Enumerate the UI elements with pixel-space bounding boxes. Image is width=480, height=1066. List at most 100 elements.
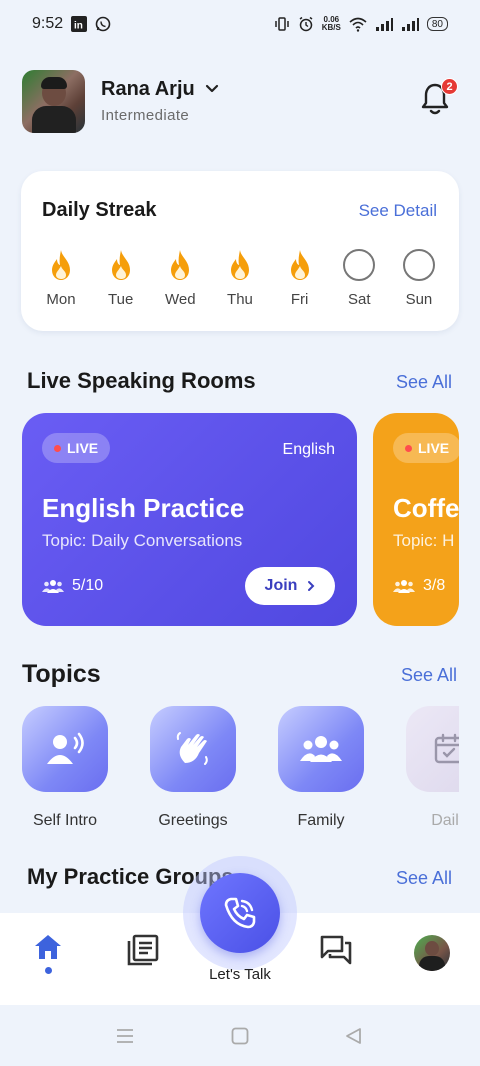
day-label: Fri bbox=[290, 291, 309, 308]
nav-library[interactable] bbox=[126, 933, 160, 967]
participant-count: 5/10 bbox=[72, 577, 104, 594]
rooms-see-all-link[interactable]: See All bbox=[396, 372, 452, 393]
nav-profile[interactable] bbox=[414, 935, 450, 971]
day-label: Tue bbox=[108, 291, 134, 308]
flame-icon bbox=[108, 247, 134, 283]
waving-hand-icon bbox=[176, 732, 208, 765]
day-status-icon bbox=[343, 247, 376, 283]
join-button[interactable]: Join bbox=[245, 567, 335, 605]
topic-label: Self Intro bbox=[32, 812, 98, 829]
participant-count: 3/8 bbox=[423, 577, 446, 594]
user-info: Rana Arju Intermediate bbox=[101, 78, 219, 124]
user-name-dropdown[interactable]: Rana Arju bbox=[101, 78, 219, 101]
recent-apps-icon[interactable] bbox=[116, 1028, 134, 1049]
room-card-english-practice[interactable]: LIVE English English Practice Topic: Dai… bbox=[22, 413, 357, 626]
chevron-down-icon bbox=[205, 81, 219, 99]
topic-label: Family bbox=[297, 812, 345, 829]
room-topic: Topic: H bbox=[393, 531, 455, 550]
topics-see-all-link[interactable]: See All bbox=[401, 665, 457, 686]
room-topic: Topic: Daily Conversations bbox=[42, 531, 243, 550]
topic-self-intro[interactable]: Self Intro bbox=[22, 706, 108, 836]
library-icon bbox=[127, 934, 159, 966]
streak-day-sun: Sun bbox=[393, 247, 445, 308]
topics-list: Self Intro Greetings Family Dail bbox=[22, 706, 459, 836]
linkedin-icon: in bbox=[71, 16, 88, 32]
rooms-section-title: Live Speaking Rooms bbox=[27, 368, 256, 393]
alarm-icon bbox=[298, 16, 314, 32]
live-label: LIVE bbox=[67, 440, 99, 456]
profile-header: Rana Arju Intermediate 2 bbox=[22, 68, 458, 134]
topic-family[interactable]: Family bbox=[278, 706, 364, 836]
nav-home[interactable] bbox=[33, 933, 63, 974]
topic-tile bbox=[406, 706, 459, 792]
people-icon bbox=[393, 580, 415, 593]
groups-see-all-link[interactable]: See All bbox=[396, 868, 452, 889]
notification-badge: 2 bbox=[441, 78, 458, 95]
system-nav-bar bbox=[0, 1005, 480, 1066]
daily-streak-card: Daily Streak See Detail Mon Tue Wed Thu Fri S… bbox=[21, 171, 459, 331]
flame-icon bbox=[167, 247, 193, 283]
day-label: Wed bbox=[165, 291, 196, 308]
room-title: English Practice bbox=[42, 493, 245, 523]
streak-day-wed: Wed bbox=[154, 247, 206, 308]
home-system-icon[interactable] bbox=[231, 1027, 249, 1050]
active-indicator bbox=[44, 967, 52, 974]
signal-icon-1 bbox=[375, 17, 393, 31]
back-icon[interactable] bbox=[344, 1027, 362, 1050]
signal-icon-2 bbox=[401, 17, 419, 31]
topic-label: Daily bbox=[431, 812, 459, 829]
join-label: Join bbox=[264, 577, 298, 594]
day-label: Mon bbox=[46, 291, 76, 308]
user-avatar[interactable] bbox=[22, 69, 85, 133]
room-participants: 3/8 bbox=[393, 577, 445, 595]
speed-unit: KB/S bbox=[321, 23, 341, 32]
room-title: Coffe bbox=[393, 493, 459, 523]
empty-circle-icon bbox=[402, 249, 435, 281]
topic-tile bbox=[278, 706, 364, 792]
vibrate-icon bbox=[274, 16, 290, 32]
live-dot bbox=[54, 444, 61, 452]
profile-avatar bbox=[414, 935, 450, 971]
streak-day-fri: Fri bbox=[274, 247, 326, 308]
fab-label: Let's Talk bbox=[209, 966, 271, 983]
status-bar: 9:52 in 0.06 KB/S 80 bbox=[0, 0, 480, 48]
chevron-right-icon bbox=[308, 581, 315, 591]
day-label: Sun bbox=[405, 291, 433, 308]
lets-talk-button[interactable] bbox=[200, 873, 280, 953]
wifi-icon bbox=[349, 16, 367, 32]
status-time: 9:52 bbox=[32, 15, 64, 32]
streak-title: Daily Streak bbox=[42, 199, 157, 221]
streak-day-sat: Sat bbox=[333, 247, 385, 308]
nav-chat[interactable] bbox=[320, 935, 352, 965]
battery-indicator: 80 bbox=[426, 17, 448, 31]
live-badge: LIVE bbox=[42, 433, 111, 463]
streak-day-mon: Mon bbox=[35, 247, 87, 308]
room-language: English bbox=[282, 441, 335, 458]
user-level: Intermediate bbox=[101, 107, 190, 124]
room-participants: 5/10 bbox=[42, 577, 103, 595]
see-detail-link[interactable]: See Detail bbox=[359, 201, 437, 221]
notification-button[interactable]: 2 bbox=[420, 78, 458, 116]
streak-day-thu: Thu bbox=[214, 247, 266, 308]
topic-tile bbox=[150, 706, 236, 792]
topic-greetings[interactable]: Greetings bbox=[150, 706, 236, 836]
network-speed: 0.06 KB/S bbox=[322, 16, 341, 32]
topic-label: Greetings bbox=[158, 812, 228, 829]
people-icon bbox=[42, 580, 64, 593]
room-card-coffee[interactable]: LIVE Coffe Topic: H 3/8 bbox=[373, 413, 459, 626]
topic-tile bbox=[22, 706, 108, 792]
empty-circle-icon bbox=[343, 249, 376, 281]
home-icon bbox=[35, 935, 61, 959]
svg-text:in: in bbox=[74, 21, 83, 32]
topic-daily[interactable]: Daily bbox=[406, 706, 459, 836]
calendar-icon bbox=[434, 733, 459, 764]
flame-icon bbox=[48, 247, 74, 283]
whatsapp-icon bbox=[95, 16, 111, 32]
call-icon bbox=[224, 897, 256, 929]
live-label: LIVE bbox=[418, 440, 450, 456]
live-badge: LIVE bbox=[393, 433, 459, 463]
speaker-person-icon bbox=[47, 732, 84, 764]
flame-icon bbox=[227, 247, 253, 283]
group-icon bbox=[300, 736, 342, 762]
streak-days: Mon Tue Wed Thu Fri Sat Sun bbox=[35, 247, 445, 308]
